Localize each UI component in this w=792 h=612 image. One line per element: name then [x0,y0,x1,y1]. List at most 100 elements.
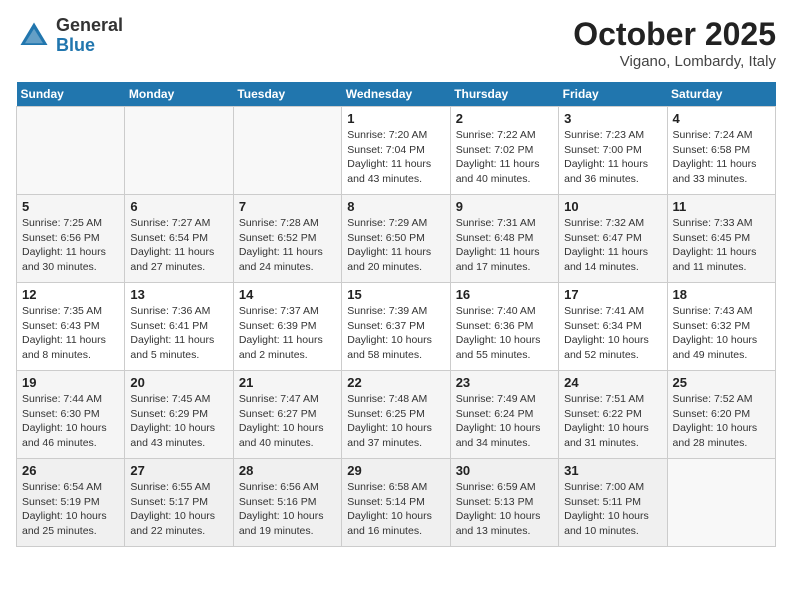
calendar-cell: 12Sunrise: 7:35 AM Sunset: 6:43 PM Dayli… [17,283,125,371]
calendar-cell: 30 Sunrise: 6:59 AM Sunset: 5:13 PM Dayli… [450,459,558,547]
day-info: Sunrise: 7:29 AM Sunset: 6:50 PM Dayligh… [347,216,444,275]
day-number: 26 [22,463,119,478]
day-number: 5 [22,199,119,214]
calendar-week-5: 26 Sunrise: 6:54 AM Sunset: 5:19 PM Dayli… [17,459,776,547]
calendar-cell: 25Sunrise: 7:52 AM Sunset: 6:20 PM Dayli… [667,371,775,459]
calendar-cell: 28 Sunrise: 6:56 AM Sunset: 5:16 PM Dayli… [233,459,341,547]
day-info: Sunrise: 7:40 AM Sunset: 6:36 PM Dayligh… [456,304,553,363]
calendar-cell: 21 Sunrise: 7:47 AM Sunset: 6:27 PM Dayli… [233,371,341,459]
day-number: 29 [347,463,444,478]
calendar-cell [233,107,341,195]
day-number: 1 [347,111,444,126]
calendar-week-2: 5 Sunrise: 7:25 AM Sunset: 6:56 PM Daylig… [17,195,776,283]
calendar-table: SundayMondayTuesdayWednesdayThursdayFrid… [16,82,776,547]
day-number: 10 [564,199,661,214]
day-info: Sunrise: 7:51 AM Sunset: 6:22 PM Dayligh… [564,392,661,451]
day-info: Sunrise: 7:22 AM Sunset: 7:02 PM Dayligh… [456,128,553,187]
calendar-cell: 4 Sunrise: 7:24 AM Sunset: 6:58 PM Daylig… [667,107,775,195]
calendar-cell: 1 Sunrise: 7:20 AM Sunset: 7:04 PM Daylig… [342,107,450,195]
calendar-cell: 19 Sunrise: 7:44 AM Sunset: 6:30 PM Dayli… [17,371,125,459]
day-number: 7 [239,199,336,214]
day-number: 9 [456,199,553,214]
day-info: Sunrise: 7:41 AM Sunset: 6:34 PM Dayligh… [564,304,661,363]
logo-general-text: General [56,16,123,36]
day-number: 15 [347,287,444,302]
weekday-header-row: SundayMondayTuesdayWednesdayThursdayFrid… [17,82,776,107]
day-info: Sunrise: 7:27 AM Sunset: 6:54 PM Dayligh… [130,216,227,275]
day-number: 6 [130,199,227,214]
calendar-week-1: 1 Sunrise: 7:20 AM Sunset: 7:04 PM Daylig… [17,107,776,195]
calendar-week-3: 12Sunrise: 7:35 AM Sunset: 6:43 PM Dayli… [17,283,776,371]
day-info: Sunrise: 7:28 AM Sunset: 6:52 PM Dayligh… [239,216,336,275]
day-number: 16 [456,287,553,302]
day-number: 19 [22,375,119,390]
month-title: October 2025 [573,16,776,53]
day-info: Sunrise: 7:33 AM Sunset: 6:45 PM Dayligh… [673,216,770,275]
day-info: Sunrise: 7:36 AM Sunset: 6:41 PM Dayligh… [130,304,227,363]
calendar-cell: 16 Sunrise: 7:40 AM Sunset: 6:36 PM Dayli… [450,283,558,371]
day-info: Sunrise: 7:48 AM Sunset: 6:25 PM Dayligh… [347,392,444,451]
day-number: 3 [564,111,661,126]
day-info: Sunrise: 7:23 AM Sunset: 7:00 PM Dayligh… [564,128,661,187]
day-number: 22 [347,375,444,390]
calendar-cell [17,107,125,195]
day-number: 28 [239,463,336,478]
day-info: Sunrise: 7:32 AM Sunset: 6:47 PM Dayligh… [564,216,661,275]
day-info: Sunrise: 7:39 AM Sunset: 6:37 PM Dayligh… [347,304,444,363]
day-info: Sunrise: 6:58 AM Sunset: 5:14 PM Dayligh… [347,480,444,539]
day-number: 2 [456,111,553,126]
calendar-cell: 5 Sunrise: 7:25 AM Sunset: 6:56 PM Daylig… [17,195,125,283]
day-info: Sunrise: 7:00 AM Sunset: 5:11 PM Dayligh… [564,480,661,539]
weekday-header-saturday: Saturday [667,82,775,107]
calendar-cell: 14Sunrise: 7:37 AM Sunset: 6:39 PM Dayli… [233,283,341,371]
weekday-header-monday: Monday [125,82,233,107]
weekday-header-friday: Friday [559,82,667,107]
logo-text: General Blue [56,16,123,56]
location-subtitle: Vigano, Lombardy, Italy [573,53,776,70]
day-info: Sunrise: 7:47 AM Sunset: 6:27 PM Dayligh… [239,392,336,451]
day-number: 17 [564,287,661,302]
calendar-cell: 7 Sunrise: 7:28 AM Sunset: 6:52 PM Daylig… [233,195,341,283]
day-number: 13 [130,287,227,302]
day-info: Sunrise: 6:56 AM Sunset: 5:16 PM Dayligh… [239,480,336,539]
day-info: Sunrise: 7:45 AM Sunset: 6:29 PM Dayligh… [130,392,227,451]
calendar-cell: 17 Sunrise: 7:41 AM Sunset: 6:34 PM Dayli… [559,283,667,371]
day-number: 4 [673,111,770,126]
calendar-cell: 15 Sunrise: 7:39 AM Sunset: 6:37 PM Dayli… [342,283,450,371]
day-info: Sunrise: 7:44 AM Sunset: 6:30 PM Dayligh… [22,392,119,451]
day-number: 31 [564,463,661,478]
calendar-cell: 8 Sunrise: 7:29 AM Sunset: 6:50 PM Daylig… [342,195,450,283]
calendar-cell: 26 Sunrise: 6:54 AM Sunset: 5:19 PM Dayli… [17,459,125,547]
day-info: Sunrise: 7:20 AM Sunset: 7:04 PM Dayligh… [347,128,444,187]
day-number: 23 [456,375,553,390]
day-number: 21 [239,375,336,390]
calendar-cell [667,459,775,547]
day-number: 8 [347,199,444,214]
weekday-header-sunday: Sunday [17,82,125,107]
day-info: Sunrise: 6:55 AM Sunset: 5:17 PM Dayligh… [130,480,227,539]
day-info: Sunrise: 7:31 AM Sunset: 6:48 PM Dayligh… [456,216,553,275]
calendar-cell: 10 Sunrise: 7:32 AM Sunset: 6:47 PM Dayli… [559,195,667,283]
title-block: October 2025 Vigano, Lombardy, Italy [573,16,776,70]
day-info: Sunrise: 7:43 AM Sunset: 6:32 PM Dayligh… [673,304,770,363]
calendar-cell: 24Sunrise: 7:51 AM Sunset: 6:22 PM Dayli… [559,371,667,459]
calendar-cell: 13 Sunrise: 7:36 AM Sunset: 6:41 PM Dayli… [125,283,233,371]
day-info: Sunrise: 6:54 AM Sunset: 5:19 PM Dayligh… [22,480,119,539]
calendar-cell: 27Sunrise: 6:55 AM Sunset: 5:17 PM Dayli… [125,459,233,547]
calendar-cell: 9 Sunrise: 7:31 AM Sunset: 6:48 PM Daylig… [450,195,558,283]
calendar-cell: 31 Sunrise: 7:00 AM Sunset: 5:11 PM Dayli… [559,459,667,547]
day-number: 18 [673,287,770,302]
logo: General Blue [16,16,123,56]
weekday-header-tuesday: Tuesday [233,82,341,107]
day-info: Sunrise: 7:25 AM Sunset: 6:56 PM Dayligh… [22,216,119,275]
calendar-cell: 18 Sunrise: 7:43 AM Sunset: 6:32 PM Dayli… [667,283,775,371]
calendar-week-4: 19 Sunrise: 7:44 AM Sunset: 6:30 PM Dayli… [17,371,776,459]
day-number: 30 [456,463,553,478]
day-number: 11 [673,199,770,214]
day-info: Sunrise: 7:49 AM Sunset: 6:24 PM Dayligh… [456,392,553,451]
day-number: 25 [673,375,770,390]
calendar-cell: 3 Sunrise: 7:23 AM Sunset: 7:00 PM Daylig… [559,107,667,195]
day-number: 20 [130,375,227,390]
day-info: Sunrise: 6:59 AM Sunset: 5:13 PM Dayligh… [456,480,553,539]
day-info: Sunrise: 7:24 AM Sunset: 6:58 PM Dayligh… [673,128,770,187]
